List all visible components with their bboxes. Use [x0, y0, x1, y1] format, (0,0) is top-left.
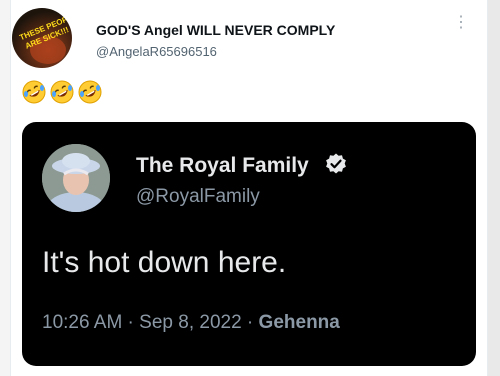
text-avatar-icon: THESE PEOPLE ARE SICK!!! [18, 11, 72, 64]
author-avatar[interactable]: THESE PEOPLE ARE SICK!!! [12, 8, 72, 68]
more-options-button[interactable]: ⋮ [452, 15, 470, 42]
vertical-ellipsis-icon: ⋮ [453, 14, 469, 31]
meta-separator: · [241, 312, 259, 333]
quoted-text: It's hot down here. [42, 246, 287, 279]
quoted-place: Gehenna [258, 312, 340, 333]
meta-separator: · [122, 312, 140, 333]
portrait-avatar-icon [42, 144, 110, 212]
quoted-handle: @RoyalFamily [136, 186, 260, 207]
page-edge [488, 0, 500, 376]
author-name[interactable]: GOD'S Angel WILL NEVER COMPLY [96, 22, 335, 38]
author-handle[interactable]: @AngelaR65696516 [96, 44, 217, 59]
rolling-on-floor-laughing-emoji [22, 80, 46, 104]
quoted-meta: 10:26 AM · Sep 8, 2022 · Gehenna [42, 312, 340, 334]
quoted-name: The Royal Family [136, 154, 309, 177]
quoted-date: Sep 8, 2022 [139, 312, 242, 333]
rolling-on-floor-laughing-emoji [78, 80, 102, 104]
verified-badge-icon [326, 153, 346, 174]
quoted-tweet-image[interactable]: The Royal Family @RoyalFamily It's hot d… [22, 122, 476, 366]
quoted-avatar [42, 144, 110, 212]
tweet-text [22, 80, 102, 104]
quoted-time: 10:26 AM [42, 312, 123, 333]
rolling-on-floor-laughing-emoji [50, 80, 74, 104]
